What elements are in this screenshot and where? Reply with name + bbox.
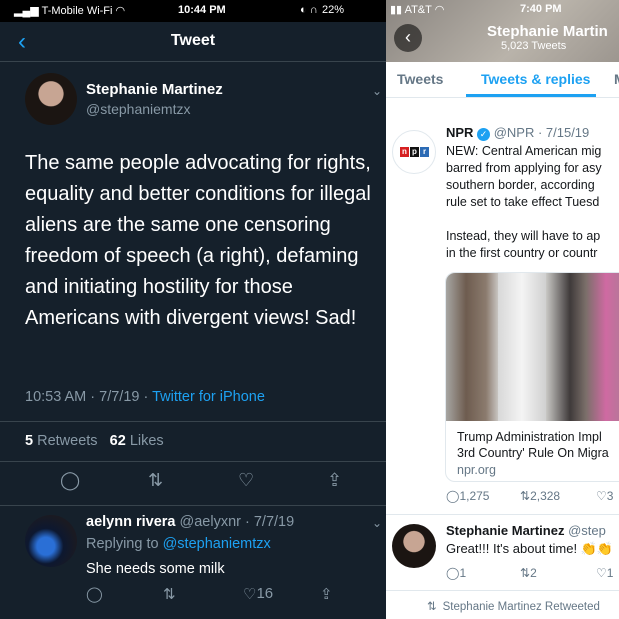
battery-percent: 22% xyxy=(322,4,345,16)
sm-retweet-count: 2 xyxy=(530,566,537,580)
back-button[interactable]: ‹ xyxy=(394,24,422,52)
share-icon[interactable]: ⇪ xyxy=(320,585,333,603)
profile-tabs: Tweets Tweets & replies M xyxy=(386,62,619,98)
link-card-domain: npr.org xyxy=(457,463,496,477)
npr-tweet-header: NPR ✓ @NPR · 7/15/19 xyxy=(446,125,589,141)
link-card-image-pole xyxy=(498,273,546,421)
carrier-label: ▮▮ AT&T ◠ xyxy=(390,4,445,16)
sm-tweet-body: Great!!! It's about time! 👏👏 xyxy=(446,541,614,556)
tweet-detail-screen: ▂▄▆ T-Mobile Wi-Fi ◠ 10:44 PM ◐ ∩ 22% ‹ … xyxy=(0,0,386,619)
divider xyxy=(0,421,386,422)
tweet-client-link[interactable]: Twitter for iPhone xyxy=(152,389,265,405)
share-icon[interactable]: ⇪ xyxy=(327,470,342,491)
tab-tweets[interactable]: Tweets xyxy=(397,71,443,87)
npr-reply-count: 1,275 xyxy=(459,489,490,503)
author-handle[interactable]: @stephaniemtzx xyxy=(86,101,190,117)
signal-icon: ▮▮ xyxy=(390,4,405,16)
clap-emoji-icon: 👏👏 xyxy=(580,541,614,556)
npr-tweet-body: NEW: Central American mig barred from ap… xyxy=(446,144,602,260)
heart-icon[interactable]: ♡ 16 xyxy=(243,585,273,603)
divider xyxy=(0,505,386,506)
npr-tweet-actions: ◯ 1,275 ⇅ 2,328 ♡ 3 xyxy=(386,489,619,507)
page-title: Tweet xyxy=(170,32,216,49)
retweet-icon[interactable]: ⇅ xyxy=(148,470,163,491)
heart-icon[interactable]: ♡ 3 xyxy=(596,489,613,503)
reply-icon[interactable]: ◯ 1 xyxy=(446,566,466,580)
carrier-label: ▂▄▆ T-Mobile Wi-Fi ◠ xyxy=(14,5,126,17)
reply-icon[interactable]: ◯ xyxy=(86,585,103,603)
reply-avatar[interactable] xyxy=(25,515,77,567)
sm-name[interactable]: Stephanie Martinez xyxy=(446,523,564,538)
author-name[interactable]: Stephanie Martinez xyxy=(86,81,223,98)
tweet-meta: 10:53 AM · 7/7/19 · Twitter for iPhone xyxy=(25,389,265,405)
chevron-down-icon[interactable]: ⌄ xyxy=(372,516,382,530)
profile-name: Stephanie Martin xyxy=(487,23,608,40)
wifi-icon: ◠ xyxy=(115,5,126,17)
mention-link[interactable]: @stephaniemtzx xyxy=(163,536,271,552)
reply-header: aelynn rivera @aelyxnr · 7/7/19 xyxy=(86,514,294,530)
link-card[interactable]: Trump Administration Impl 3rd Country' R… xyxy=(445,272,619,482)
reply-actions: ◯ ⇅ ♡ 16 ⇪ xyxy=(0,585,386,609)
divider xyxy=(386,590,619,591)
sm-like-count: 1 xyxy=(606,566,614,580)
wifi-icon: ◠ xyxy=(434,4,445,16)
reply-icon[interactable]: ◯ xyxy=(60,470,80,491)
divider xyxy=(386,514,619,515)
tab-tweets-replies[interactable]: Tweets & replies xyxy=(481,71,590,87)
verified-icon: ✓ xyxy=(477,128,491,141)
sm-reply-count: 1 xyxy=(459,566,467,580)
link-card-headline: Trump Administration Impl 3rd Country' R… xyxy=(457,430,609,460)
retweets-label: Retweets xyxy=(33,433,98,449)
retweeted-label: ⇅ Stephanie Martinez Retweeted xyxy=(427,601,600,613)
author-avatar[interactable] xyxy=(25,73,77,125)
clock: 10:44 PM xyxy=(178,4,226,16)
heart-icon[interactable]: ♡ 1 xyxy=(596,566,613,580)
nav-bar: ‹ Tweet xyxy=(0,22,386,62)
reply-author-handle: @aelyxnr · 7/7/19 xyxy=(175,514,295,530)
retweet-icon[interactable]: ⇅ 2,328 xyxy=(520,489,560,503)
tweet-timestamp: 10:53 AM · 7/7/19 · xyxy=(25,389,153,405)
author-avatar[interactable] xyxy=(392,524,436,568)
status-bar: ▂▄▆ T-Mobile Wi-Fi ◠ 10:44 PM ◐ ∩ 22% xyxy=(0,0,386,22)
clock: 7:40 PM xyxy=(520,3,562,15)
profile-screen: ▮▮ AT&T ◠ 7:40 PM ‹ Stephanie Martin 5,0… xyxy=(386,0,619,619)
sm-handle: @step xyxy=(564,523,606,538)
sm-tweet-header: Stephanie Martinez @step xyxy=(446,523,606,538)
tab-media[interactable]: M xyxy=(614,71,619,87)
npr-avatar[interactable]: npr xyxy=(392,130,436,174)
likes-label: Likes xyxy=(125,433,164,449)
signal-icon: ▂▄▆ xyxy=(14,5,42,17)
active-tab-indicator xyxy=(466,94,596,97)
reply-body: She needs some milk xyxy=(86,561,225,577)
sm-tweet-actions: ◯ 1 ⇅ 2 ♡ 1 xyxy=(386,566,619,584)
reply-icon[interactable]: ◯ 1,275 xyxy=(446,489,489,503)
headphones-icon: ◐ ∩ xyxy=(300,4,318,16)
tweet-body: The same people advocating for rights, e… xyxy=(25,152,371,329)
retweet-icon[interactable]: ⇅ xyxy=(163,585,176,603)
npr-logo-icon: npr xyxy=(400,147,430,157)
divider xyxy=(0,461,386,462)
like-count: 62 xyxy=(109,433,126,449)
npr-retweet-count: 2,328 xyxy=(530,489,561,503)
tweet-actions: ◯ ⇅ ♡ ⇪ xyxy=(0,470,386,496)
npr-name[interactable]: NPR xyxy=(446,125,473,140)
chevron-down-icon[interactable]: ⌄ xyxy=(372,84,382,98)
engagement-counts[interactable]: 5 Retweets 62 Likes xyxy=(25,433,164,449)
npr-handle-date: @NPR · 7/15/19 xyxy=(490,125,590,140)
retweet-count: 5 xyxy=(25,433,34,449)
replying-to: Replying to @stephaniemtzx xyxy=(86,536,271,552)
reply-like-count: 16 xyxy=(256,585,274,602)
npr-like-count: 3 xyxy=(606,489,614,503)
retweet-icon[interactable]: ⇅ 2 xyxy=(520,566,537,580)
reply-author-name[interactable]: aelynn rivera xyxy=(86,514,175,530)
tweet-count: 5,023 Tweets xyxy=(501,40,567,52)
retweet-icon: ⇅ xyxy=(427,601,437,613)
heart-icon[interactable]: ♡ xyxy=(238,470,254,491)
